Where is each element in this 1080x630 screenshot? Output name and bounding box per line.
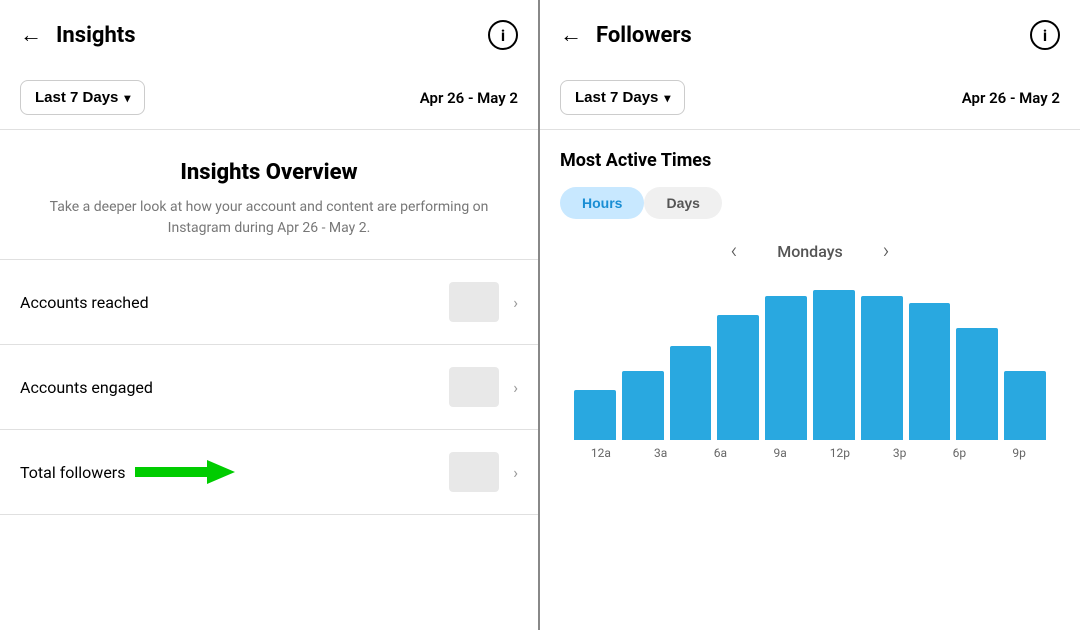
bar-label-7: 9p bbox=[992, 446, 1046, 460]
bar-chart: 12a 3a 6a 9a 12p 3p 6p 9p bbox=[560, 280, 1060, 460]
bar-labels: 12a 3a 6a 9a 12p 3p 6p 9p bbox=[574, 446, 1046, 460]
followers-chevron-down-icon: ▾ bbox=[664, 91, 670, 105]
chevron-right-icon: › bbox=[513, 293, 518, 312]
bars-wrapper bbox=[574, 280, 1046, 440]
metric-value-total-followers bbox=[449, 452, 499, 492]
bar-5 bbox=[813, 290, 855, 440]
followers-title: Followers bbox=[596, 23, 1030, 48]
metric-right-accounts-engaged: › bbox=[449, 367, 518, 407]
metric-value-accounts-reached bbox=[449, 282, 499, 322]
bar-label-2: 6a bbox=[694, 446, 748, 460]
metric-label-total-followers: Total followers bbox=[20, 463, 125, 482]
followers-date-filter-button[interactable]: Last 7 Days ▾ bbox=[560, 80, 685, 115]
metric-row-accounts-engaged[interactable]: Accounts engaged › bbox=[0, 345, 538, 430]
bar-1 bbox=[622, 371, 664, 440]
chevron-down-icon: ▾ bbox=[124, 91, 130, 105]
metrics-list: Accounts reached › Accounts engaged › To… bbox=[0, 260, 538, 630]
metric-left-total-followers: Total followers bbox=[20, 460, 235, 484]
bar-3 bbox=[717, 315, 759, 440]
bar-label-5: 3p bbox=[873, 446, 927, 460]
metric-row-accounts-reached[interactable]: Accounts reached › bbox=[0, 260, 538, 345]
followers-info-button[interactable]: i bbox=[1030, 20, 1060, 50]
most-active-title: Most Active Times bbox=[560, 150, 1060, 171]
followers-date-range: Apr 26 - May 2 bbox=[962, 89, 1060, 107]
prev-day-button[interactable]: ‹ bbox=[731, 239, 738, 264]
insights-overview-subtitle: Take a deeper look at how your account a… bbox=[20, 197, 518, 239]
insights-date-range: Apr 26 - May 2 bbox=[420, 89, 518, 107]
bar-label-3: 9a bbox=[753, 446, 807, 460]
metric-row-total-followers[interactable]: Total followers › bbox=[0, 430, 538, 515]
bar-label-4: 12p bbox=[813, 446, 867, 460]
next-day-button[interactable]: › bbox=[883, 239, 890, 264]
bar-label-0: 12a bbox=[574, 446, 628, 460]
followers-filter-row: Last 7 Days ▾ Apr 26 - May 2 bbox=[540, 70, 1080, 130]
bar-7 bbox=[909, 303, 951, 441]
followers-panel: ← Followers i Last 7 Days ▾ Apr 26 - May… bbox=[540, 0, 1080, 630]
bar-label-1: 3a bbox=[634, 446, 688, 460]
insights-filter-row: Last 7 Days ▾ Apr 26 - May 2 bbox=[0, 70, 538, 130]
insights-header: ← Insights i bbox=[0, 0, 538, 70]
bar-6 bbox=[861, 296, 903, 440]
metric-label-accounts-reached: Accounts reached bbox=[20, 293, 149, 312]
insights-back-button[interactable]: ← bbox=[20, 22, 42, 48]
day-navigation: ‹ Mondays › bbox=[560, 239, 1060, 264]
bar-2 bbox=[670, 346, 712, 440]
chevron-right-icon-2: › bbox=[513, 378, 518, 397]
bar-0 bbox=[574, 390, 616, 440]
time-toggle-group: Hours Days bbox=[560, 187, 1060, 219]
insights-overview-section: Insights Overview Take a deeper look at … bbox=[0, 130, 538, 260]
bar-8 bbox=[956, 328, 998, 441]
green-arrow-indicator bbox=[135, 460, 235, 484]
metric-right-accounts-reached: › bbox=[449, 282, 518, 322]
chevron-right-icon-3: › bbox=[513, 463, 518, 482]
insights-info-button[interactable]: i bbox=[488, 20, 518, 50]
bar-4 bbox=[765, 296, 807, 440]
insights-date-filter-button[interactable]: Last 7 Days ▾ bbox=[20, 80, 145, 115]
followers-header: ← Followers i bbox=[540, 0, 1080, 70]
toggle-hours-button[interactable]: Hours bbox=[560, 187, 644, 219]
metric-right-total-followers: › bbox=[449, 452, 518, 492]
metric-label-accounts-engaged: Accounts engaged bbox=[20, 378, 153, 397]
most-active-section: Most Active Times Hours Days ‹ Mondays ›… bbox=[540, 130, 1080, 470]
insights-panel: ← Insights i Last 7 Days ▾ Apr 26 - May … bbox=[0, 0, 540, 630]
current-day-label: Mondays bbox=[777, 242, 843, 261]
insights-overview-title: Insights Overview bbox=[20, 160, 518, 185]
bar-label-6: 6p bbox=[933, 446, 987, 460]
bar-9 bbox=[1004, 371, 1046, 440]
insights-title: Insights bbox=[56, 23, 488, 48]
followers-back-button[interactable]: ← bbox=[560, 22, 582, 48]
toggle-days-button[interactable]: Days bbox=[644, 187, 721, 219]
green-arrow-icon bbox=[135, 460, 235, 484]
metric-value-accounts-engaged bbox=[449, 367, 499, 407]
